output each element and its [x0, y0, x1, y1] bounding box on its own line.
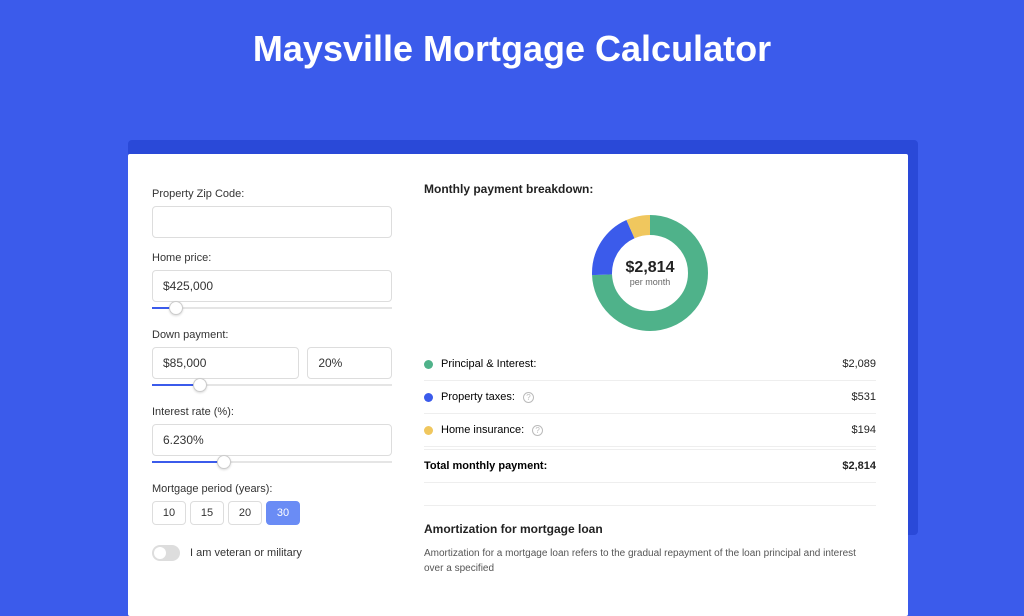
period-btn-30[interactable]: 30: [266, 501, 300, 525]
home-price-input[interactable]: [152, 270, 392, 302]
page-title: Maysville Mortgage Calculator: [0, 0, 1024, 94]
zip-label: Property Zip Code:: [152, 188, 392, 200]
dot-icon: [424, 360, 433, 369]
calculator-card-wrap: Property Zip Code: Home price: Down paym…: [128, 140, 918, 602]
down-payment-label: Down payment:: [152, 329, 392, 341]
dot-icon: [424, 426, 433, 435]
input-column: Property Zip Code: Home price: Down paym…: [152, 182, 392, 576]
breakdown-row-principal: Principal & Interest: $2,089: [424, 348, 876, 381]
amortization-section: Amortization for mortgage loan Amortizat…: [424, 505, 876, 576]
period-btn-20[interactable]: 20: [228, 501, 262, 525]
breakdown-value: $194: [852, 424, 876, 436]
veteran-toggle[interactable]: [152, 545, 180, 561]
donut-chart: $2,814 per month: [424, 208, 876, 338]
interest-label: Interest rate (%):: [152, 406, 392, 418]
breakdown-column: Monthly payment breakdown: $2,814 per mo…: [424, 182, 876, 576]
donut-sub: per month: [630, 277, 671, 287]
interest-slider[interactable]: [152, 455, 392, 469]
interest-input[interactable]: [152, 424, 392, 456]
down-payment-input[interactable]: [152, 347, 299, 379]
breakdown-label: Principal & Interest:: [441, 358, 536, 370]
down-payment-slider[interactable]: [152, 378, 392, 392]
period-btn-10[interactable]: 10: [152, 501, 186, 525]
veteran-label: I am veteran or military: [190, 547, 302, 559]
donut-total: $2,814: [626, 259, 675, 277]
slider-thumb[interactable]: [217, 455, 231, 469]
breakdown-row-total: Total monthly payment: $2,814: [424, 449, 876, 483]
home-price-slider[interactable]: [152, 301, 392, 315]
info-icon[interactable]: ?: [523, 392, 534, 403]
breakdown-value: $2,089: [842, 358, 876, 370]
total-value: $2,814: [842, 460, 876, 472]
breakdown-label: Home insurance:: [441, 424, 524, 436]
down-payment-pct-input[interactable]: [307, 347, 392, 379]
slider-thumb[interactable]: [169, 301, 183, 315]
breakdown-title: Monthly payment breakdown:: [424, 182, 876, 196]
breakdown-label: Property taxes:: [441, 391, 515, 403]
breakdown-row-taxes: Property taxes: ? $531: [424, 381, 876, 414]
total-label: Total monthly payment:: [424, 460, 547, 472]
period-options: 10 15 20 30: [152, 501, 392, 525]
breakdown-row-insurance: Home insurance: ? $194: [424, 414, 876, 447]
amort-title: Amortization for mortgage loan: [424, 522, 876, 536]
amort-text: Amortization for a mortgage loan refers …: [424, 546, 876, 576]
calculator-card: Property Zip Code: Home price: Down paym…: [128, 154, 908, 616]
home-price-label: Home price:: [152, 252, 392, 264]
info-icon[interactable]: ?: [532, 425, 543, 436]
slider-thumb[interactable]: [193, 378, 207, 392]
period-btn-15[interactable]: 15: [190, 501, 224, 525]
period-label: Mortgage period (years):: [152, 483, 392, 495]
zip-input[interactable]: [152, 206, 392, 238]
breakdown-value: $531: [852, 391, 876, 403]
dot-icon: [424, 393, 433, 402]
